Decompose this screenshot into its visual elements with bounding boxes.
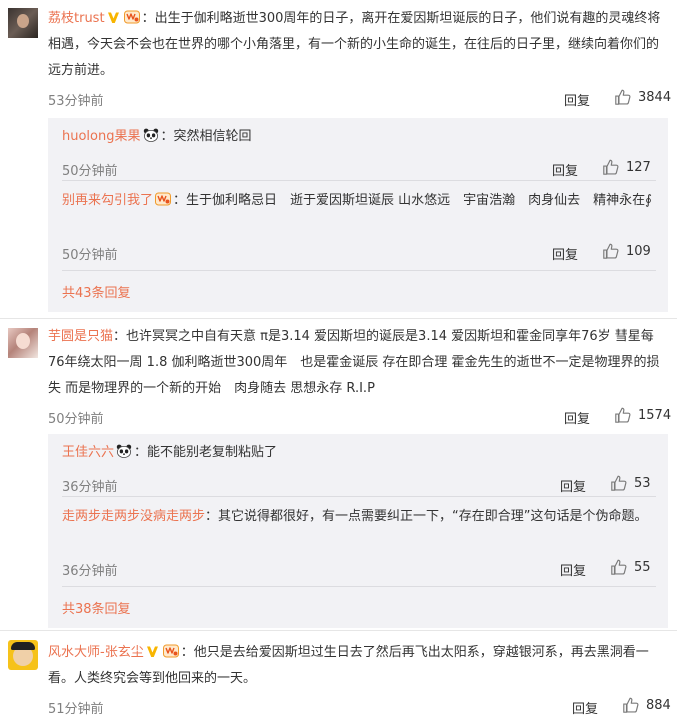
reply-text: 王佳六六 ：能不能别老复制粘贴了 [62, 440, 657, 466]
like-count: 1574 [638, 407, 672, 423]
reply-username-link[interactable]: huolong果果 [62, 129, 141, 144]
replies-panel: huolong果果 ：突然相信轮回 50分钟前 回复 127 别再来勾引我了 ：生于… [48, 118, 668, 312]
reply-button[interactable]: 回复 [552, 160, 578, 179]
divider [0, 318, 677, 319]
reply-button[interactable]: 回复 [564, 90, 590, 109]
medal-icon [163, 644, 179, 658]
like-count: 55 [634, 559, 651, 575]
reply-meta: 50分钟前 回复 127 [62, 160, 657, 180]
reply-text: huolong果果 ：突然相信轮回 [62, 124, 657, 150]
verified-icon [107, 11, 120, 24]
like-button[interactable]: 127 [602, 158, 651, 176]
reply-button[interactable]: 回复 [564, 408, 590, 427]
like-button[interactable]: 55 [610, 558, 651, 576]
divider [62, 496, 656, 497]
like-button[interactable]: 884 [622, 696, 671, 714]
divider [62, 586, 656, 587]
reply-meta: 36分钟前 回复 53 [62, 476, 657, 496]
comment-time: 51分钟前 [48, 702, 104, 717]
reply-meta: 36分钟前 回复 55 [62, 560, 657, 580]
comment-time: 50分钟前 [48, 412, 104, 427]
thumbs-up-icon [614, 406, 632, 424]
username-link[interactable]: 芋圆是只猫 [48, 329, 113, 344]
avatar[interactable] [8, 8, 38, 38]
reply-item: 走两步走两步没病走两步：其它说得都很好，有一点需要纠正一下，“存在即合理”这句话… [62, 504, 657, 579]
avatar[interactable] [8, 328, 38, 358]
thumbs-up-icon [622, 696, 640, 714]
reply-text: 走两步走两步没病走两步：其它说得都很好，有一点需要纠正一下，“存在即合理”这句话… [62, 504, 657, 530]
like-button[interactable]: 109 [602, 242, 651, 260]
thumbs-up-icon [614, 88, 632, 106]
divider [62, 270, 656, 271]
reply-button[interactable]: 回复 [560, 560, 586, 579]
divider [0, 630, 677, 631]
reply-time: 50分钟前 [62, 164, 118, 179]
like-button[interactable]: 1574 [614, 406, 671, 424]
comment-meta: 51分钟前 回复 884 [48, 696, 671, 717]
like-count: 53 [634, 475, 651, 491]
thumbs-up-icon [610, 558, 628, 576]
avatar[interactable] [8, 640, 38, 670]
username-link[interactable]: 风水大师-张玄尘 [48, 645, 144, 660]
comment-text: 风水大师-张玄尘 ：他只是去给爱因斯坦过生日去了然后再飞出太阳系，穿越银河系，再去… [48, 640, 668, 692]
comment-body: ：也许冥冥之中自有天意 π是3.14 爱因斯坦的诞辰是3.14 爱因斯坦和霍金同… [48, 329, 660, 396]
more-replies-link[interactable]: 共38条回复 [62, 598, 131, 617]
panda-icon [116, 444, 132, 458]
reply-time: 50分钟前 [62, 248, 118, 263]
comment-text: 荔枝trust ：出生于伽利略逝世300周年的日子，离开在爱因斯坦诞辰的日子，他们… [48, 6, 668, 84]
reply-username-link[interactable]: 走两步走两步没病走两步 [62, 509, 205, 524]
comment-body: ：出生于伽利略逝世300周年的日子，离开在爱因斯坦诞辰的日子，他们说有趣的灵魂终… [48, 11, 661, 78]
like-count: 127 [626, 159, 651, 175]
reply-username-link[interactable]: 王佳六六 [62, 445, 114, 460]
medal-icon [124, 10, 140, 24]
reply-item: 别再来勾引我了 ：生于伽利略忌日 逝于爱因斯坦诞辰 山水悠远 宇宙浩瀚 肉身仙去 … [62, 188, 657, 263]
replies-panel: 王佳六六 ：能不能别老复制粘贴了 36分钟前 回复 53 走两步走两步没病走两步：… [48, 434, 668, 628]
thumbs-up-icon [610, 474, 628, 492]
reply-button[interactable]: 回复 [552, 244, 578, 263]
reply-button[interactable]: 回复 [560, 476, 586, 495]
comment-text: 芋圆是只猫：也许冥冥之中自有天意 π是3.14 爱因斯坦的诞辰是3.14 爱因斯… [48, 324, 668, 402]
divider [62, 180, 656, 181]
reply-item: huolong果果 ：突然相信轮回 50分钟前 回复 127 [62, 124, 657, 179]
like-count: 109 [626, 243, 651, 259]
reply-username-link[interactable]: 别再来勾引我了 [62, 193, 153, 208]
reply-body: ：其它说得都很好，有一点需要纠正一下，“存在即合理”这句话是个伪命题。 [205, 509, 648, 524]
thumbs-up-icon [602, 242, 620, 260]
like-button[interactable]: 53 [610, 474, 651, 492]
comment-time: 53分钟前 [48, 94, 104, 109]
panda-icon [143, 128, 159, 142]
like-count: 884 [646, 697, 671, 713]
more-replies-link[interactable]: 共43条回复 [62, 282, 131, 301]
comment-meta: 53分钟前 回复 3844 [48, 88, 671, 110]
like-button[interactable]: 3844 [614, 88, 671, 106]
reply-button[interactable]: 回复 [572, 698, 598, 717]
reply-time: 36分钟前 [62, 564, 118, 579]
comment-meta: 50分钟前 回复 1574 [48, 406, 671, 428]
reply-text: 别再来勾引我了 ：生于伽利略忌日 逝于爱因斯坦诞辰 山水悠远 宇宙浩瀚 肉身仙去 … [62, 188, 657, 214]
reply-meta: 50分钟前 回复 109 [62, 244, 657, 264]
medal-icon [155, 192, 171, 206]
thumbs-up-icon [602, 158, 620, 176]
verified-icon [146, 645, 159, 658]
reply-body: ：能不能别老复制粘贴了 [134, 445, 278, 460]
reply-body: ：生于伽利略忌日 逝于爱因斯坦诞辰 山水悠远 宇宙浩瀚 肉身仙去 精神永在∮ [173, 193, 652, 208]
username-link[interactable]: 荔枝trust [48, 11, 105, 26]
reply-time: 36分钟前 [62, 480, 118, 495]
like-count: 3844 [638, 89, 672, 105]
reply-body: ：突然相信轮回 [160, 129, 252, 144]
reply-item: 王佳六六 ：能不能别老复制粘贴了 36分钟前 回复 53 [62, 440, 657, 495]
